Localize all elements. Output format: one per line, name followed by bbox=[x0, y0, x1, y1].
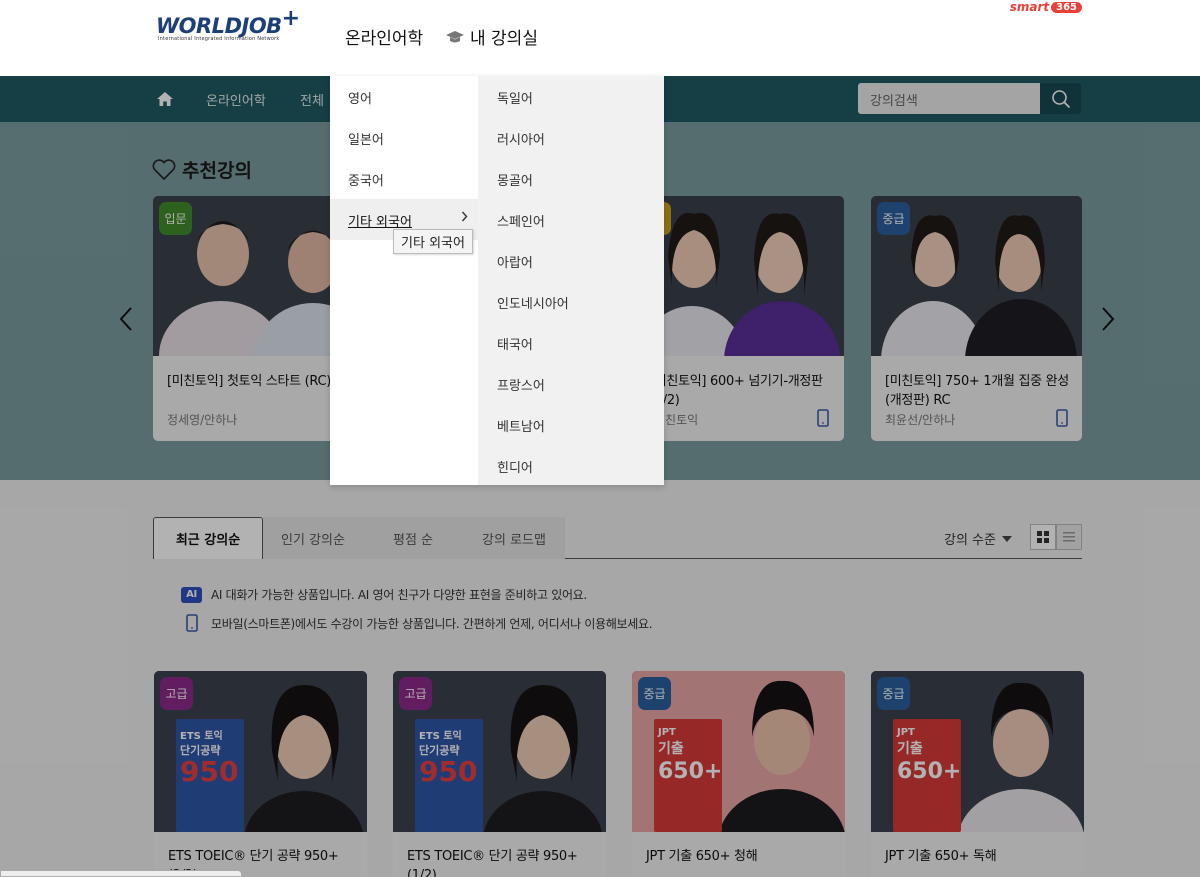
submenu-item-vietnamese[interactable]: 베트남어 bbox=[497, 416, 545, 435]
gnb-my-classroom[interactable]: 내 강의실 bbox=[446, 24, 538, 49]
smart-label: smart bbox=[1009, 0, 1050, 14]
site-header: WORLDJOB+ International Integrated Infor… bbox=[0, 0, 1200, 76]
worldjob-logo[interactable]: WORLDJOB+ International Integrated Infor… bbox=[156, 6, 300, 44]
submenu-item-german[interactable]: 독일어 bbox=[497, 88, 533, 107]
submenu-item-arabic[interactable]: 아랍어 bbox=[497, 252, 533, 271]
submenu-item-spanish[interactable]: 스페인어 bbox=[497, 211, 545, 230]
logo-plus: + bbox=[281, 6, 301, 31]
menu-item-label: 영어 bbox=[348, 92, 372, 107]
menu-item-label: 기타 외국어 bbox=[348, 215, 412, 230]
submenu-item-thai[interactable]: 태국어 bbox=[497, 334, 533, 353]
smart-365-badge: 365 bbox=[1051, 1, 1082, 13]
menu-item-japanese[interactable]: 일본어 bbox=[330, 117, 478, 158]
secondary-language-list: 독일어 러시아어 몽골어 스페인어 아랍어 인도네시아어 태국어 프랑스어 베트… bbox=[478, 76, 664, 485]
menu-item-label: 일본어 bbox=[348, 133, 384, 148]
menu-item-english[interactable]: 영어 bbox=[330, 76, 478, 117]
submenu-item-hindi[interactable]: 힌디어 bbox=[497, 457, 533, 476]
menu-item-chinese[interactable]: 중국어 bbox=[330, 158, 478, 199]
logo-text: WORLDJOB bbox=[156, 14, 282, 38]
submenu-item-mongolian[interactable]: 몽골어 bbox=[497, 170, 533, 189]
graduation-cap-icon bbox=[446, 30, 464, 43]
logo-tagline: International Integrated Information Net… bbox=[158, 36, 280, 42]
primary-language-list: 영어 일본어 중국어 기타 외국어 bbox=[330, 76, 478, 485]
horizontal-scrollbar[interactable] bbox=[0, 870, 242, 877]
hover-tooltip: 기타 외국어 bbox=[393, 229, 473, 254]
submenu-item-french[interactable]: 프랑스어 bbox=[497, 375, 545, 394]
submenu-item-russian[interactable]: 러시아어 bbox=[497, 129, 545, 148]
menu-item-label: 중국어 bbox=[348, 174, 384, 189]
submenu-item-indonesian[interactable]: 인도네시아어 bbox=[497, 293, 569, 312]
chevron-right-icon bbox=[461, 211, 468, 225]
gnb-online-language[interactable]: 온라인어학 bbox=[345, 24, 423, 49]
gnb-my-classroom-label: 내 강의실 bbox=[470, 29, 538, 49]
language-dropdown-menu: 영어 일본어 중국어 기타 외국어 독일어 러시아어 몽골어 스페인어 아랍어 … bbox=[330, 76, 664, 485]
smart365-link[interactable]: smart 365 bbox=[1010, 0, 1082, 14]
